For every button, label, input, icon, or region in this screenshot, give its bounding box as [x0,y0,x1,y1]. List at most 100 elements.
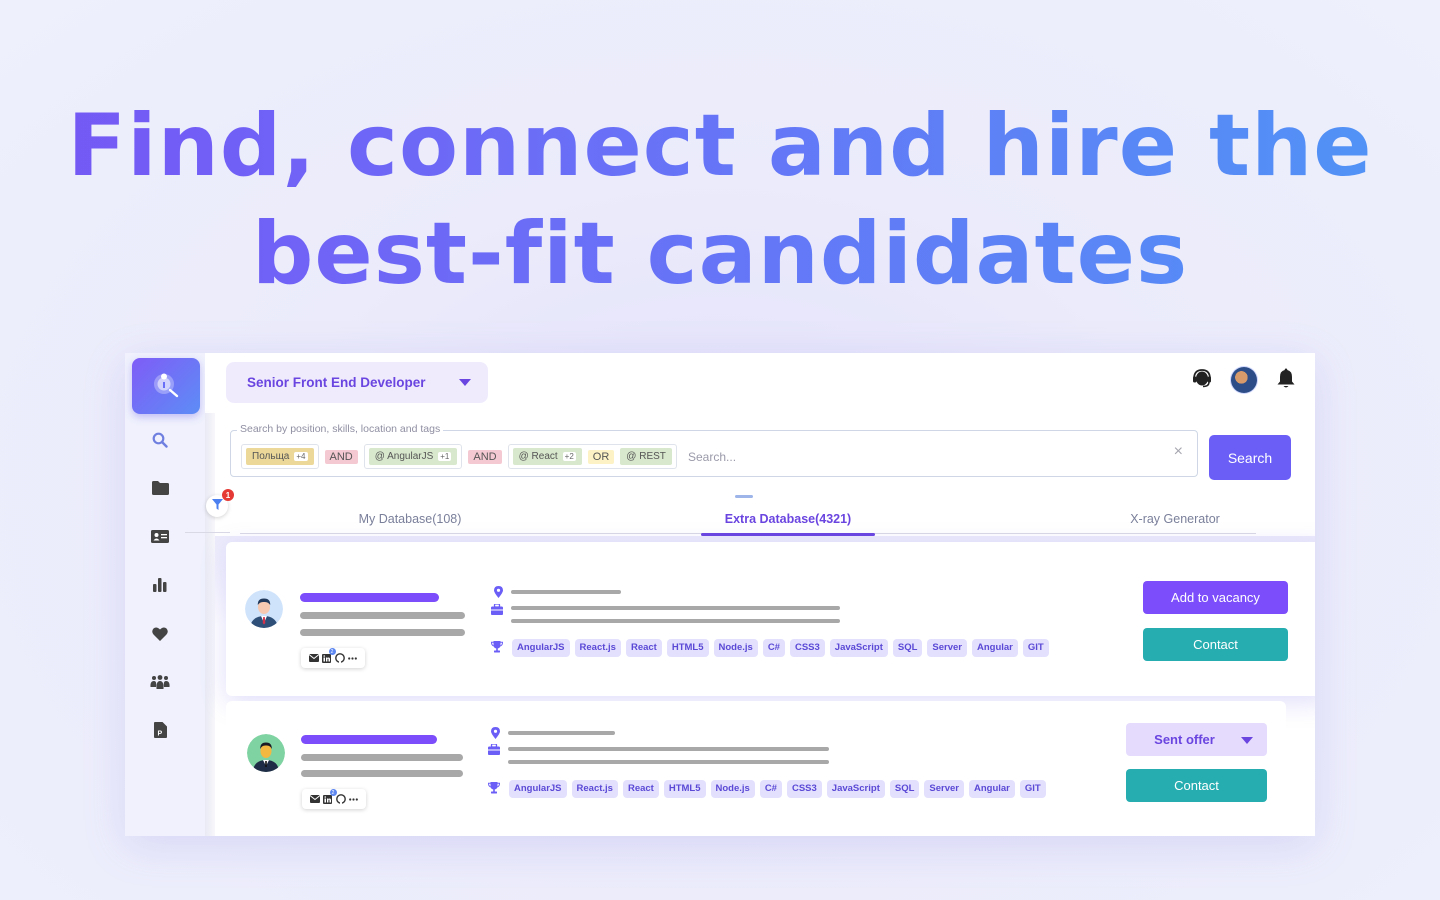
chevron-down-icon [459,379,471,386]
skill-tag[interactable]: Angular [968,780,1015,798]
chip-skill[interactable]: @ AngularJS +1 [368,448,458,465]
hero-line-1: Find, connect and hire the [0,92,1440,200]
filter-icon [211,497,223,515]
skill-tag[interactable]: Node.js [710,780,755,798]
search-chips: Польща +4 AND @ AngularJS +1 AND @ React… [241,444,677,469]
sidebar-item-folders[interactable] [149,479,171,501]
search-icon [152,432,168,453]
skill-tag[interactable]: React.js [571,780,618,798]
operator-and[interactable]: AND [468,449,502,464]
user-avatar [1231,367,1257,393]
search-input[interactable] [688,450,1148,464]
logo[interactable] [132,358,200,414]
github-icon[interactable] [334,653,345,663]
skill-tag[interactable]: Angular [971,639,1018,657]
add-to-vacancy-button[interactable]: Add to vacancy [1143,581,1288,614]
skill-tag[interactable]: C# [762,639,785,657]
skill-tag[interactable]: AngularJS [509,780,567,798]
linkedin-icon[interactable]: 2 [322,648,336,663]
linkedin-icon[interactable]: 2 [323,789,337,804]
chip-label: @ React [518,451,558,462]
sidebar-item-favorites[interactable] [149,625,171,647]
social-links: 2 [301,648,365,668]
chip-skill[interactable]: @ REST [620,448,672,465]
email-icon[interactable] [309,794,320,804]
chevron-down-icon [1241,737,1253,744]
candidate-card[interactable]: 2 AngularJS React.js React HTML5 Node.js… [226,542,1315,696]
contact-button[interactable]: Contact [1126,769,1267,802]
chip-location[interactable]: Польща +4 [246,448,314,465]
experience-placeholder [508,760,829,764]
contact-button[interactable]: Contact [1143,628,1288,661]
clear-search-icon[interactable]: × [1174,444,1183,460]
sidebar: P [125,353,205,836]
skill-tag[interactable]: JavaScript [826,780,885,798]
skill-tag[interactable]: Node.js [713,639,758,657]
tab-my-database[interactable]: My Database(108) [330,504,490,534]
skill-tag[interactable]: Server [924,780,964,798]
chip-count: +4 [294,452,308,461]
skill-tag[interactable]: CSS3 [789,639,825,657]
trophy-icon [488,782,500,794]
filter-button[interactable]: 1 [206,489,234,517]
search-box[interactable]: Search by position, skills, location and… [230,423,1198,498]
sidebar-item-documents[interactable]: P [149,721,171,743]
tabs-divider [185,532,230,533]
skill-tag[interactable]: Server [927,639,967,657]
location-placeholder [511,590,621,594]
main-content: Search by position, skills, location and… [185,411,1315,836]
profile-button[interactable] [1231,367,1257,393]
chip-skill[interactable]: @ React +2 [512,448,582,465]
chip-group-react-rest: @ React +2 OR @ REST [507,444,677,469]
chip-group-location: Польща +4 [241,444,319,469]
skill-tag[interactable]: JavaScript [829,639,888,657]
users-icon [150,674,170,694]
sidebar-item-analytics[interactable] [149,576,171,598]
skill-tag[interactable]: HTML5 [663,780,706,798]
skill-tag[interactable]: GIT [1019,780,1046,798]
skill-tag[interactable]: CSS3 [786,780,822,798]
skill-tag[interactable]: SQL [892,639,923,657]
skill-tag[interactable]: AngularJS [512,639,570,657]
sidebar-edge [205,413,215,836]
sidebar-item-team[interactable] [149,673,171,695]
topbar: Senior Front End Developer [205,353,1315,411]
more-icon[interactable] [349,794,359,804]
github-icon[interactable] [335,794,346,804]
file-p-icon: P [153,721,167,743]
chip-label: @ REST [626,451,666,462]
tab-extra-database[interactable]: Extra Database(4321) [701,504,875,536]
id-card-icon [151,530,169,548]
email-icon[interactable] [308,653,319,663]
skill-tag[interactable]: React [622,780,659,798]
skill-tag[interactable]: React [625,639,662,657]
chip-label: @ AngularJS [374,451,434,462]
candidate-subtitle-placeholder [300,629,465,636]
candidate-name-placeholder [301,735,437,744]
notifications-button[interactable] [1273,367,1299,393]
bar-chart-icon [153,577,167,597]
operator-or[interactable]: OR [587,449,615,464]
filter-count-badge: 1 [222,489,234,501]
status-select[interactable]: Sent offer [1126,723,1267,756]
candidate-avatar [245,590,283,628]
search-button[interactable]: Search [1209,435,1291,480]
sidebar-item-search[interactable] [149,431,171,453]
search-person-icon [149,367,183,406]
skill-tag[interactable]: GIT [1022,639,1049,657]
skill-tag[interactable]: React.js [574,639,621,657]
tab-xray-generator[interactable]: X-ray Generator [1100,504,1250,534]
support-button[interactable] [1189,367,1215,393]
skill-tag[interactable]: HTML5 [666,639,709,657]
more-icon[interactable] [348,653,358,663]
chip-count: +2 [562,452,576,461]
candidate-card[interactable]: 2 AngularJS React.js React HTML5 Node.js… [226,701,1286,836]
skill-tag[interactable]: SQL [889,780,920,798]
sidebar-item-contacts[interactable] [149,528,171,550]
search-legend: Search by position, skills, location and… [237,423,444,435]
vacancy-select[interactable]: Senior Front End Developer [226,362,488,403]
vacancy-select-label: Senior Front End Developer [247,375,426,390]
bell-icon [1276,367,1296,394]
skill-tag[interactable]: C# [759,780,782,798]
operator-and[interactable]: AND [324,449,358,464]
